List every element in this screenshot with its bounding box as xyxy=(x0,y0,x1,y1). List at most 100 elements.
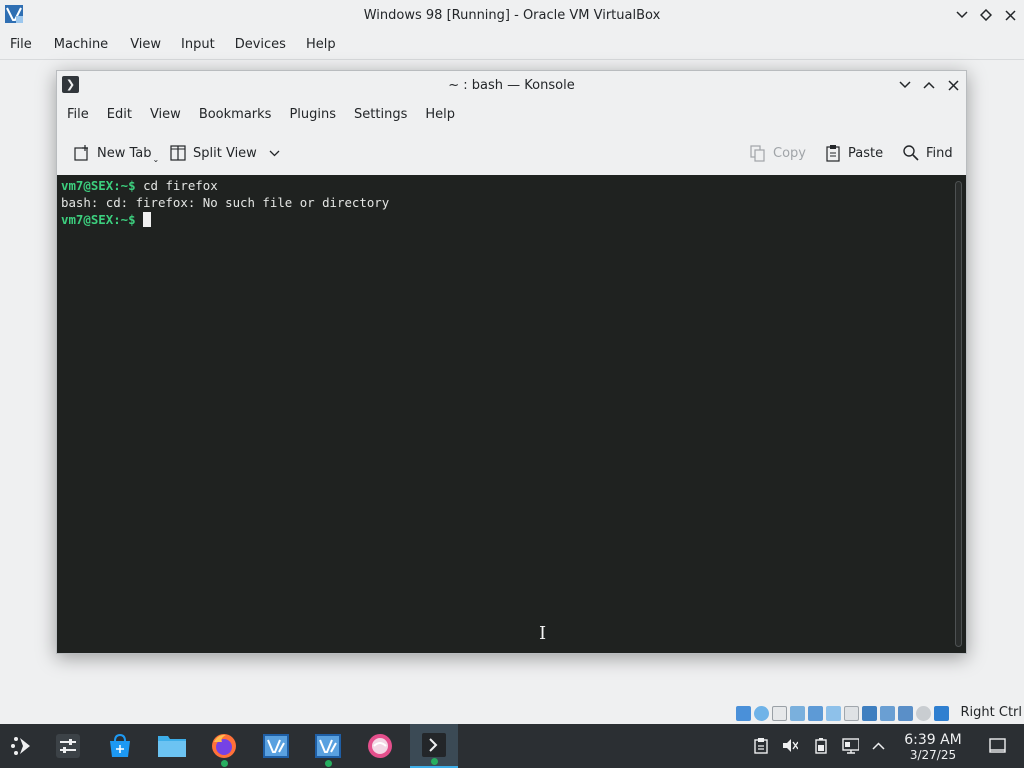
vbox-menu-input[interactable]: Input xyxy=(173,30,223,60)
running-indicator xyxy=(430,758,438,765)
copy-button[interactable]: Copy xyxy=(749,139,806,167)
terminal-line: bash: cd: firefox: No such file or direc… xyxy=(61,194,966,211)
find-button[interactable]: Find xyxy=(902,139,953,167)
vbox-menu-help[interactable]: Help xyxy=(298,30,344,60)
konsole-titlebar[interactable]: ❯ ~ : bash — Konsole xyxy=(57,71,966,99)
taskbar: 6:39 AM 3/27/25 xyxy=(0,724,1024,768)
chevron-up-icon[interactable] xyxy=(870,737,887,754)
system-settings-launcher[interactable] xyxy=(46,724,90,768)
clipboard-icon[interactable] xyxy=(752,737,769,754)
new-tab-button[interactable]: New Tab ⌄ xyxy=(73,139,159,167)
vbox-statusbar: Right Ctrl xyxy=(0,703,1024,724)
konsole-task[interactable] xyxy=(410,724,458,768)
usb-icon[interactable] xyxy=(826,706,841,721)
settings-icon xyxy=(56,734,80,758)
virtualbox-app-icon[interactable] xyxy=(4,4,24,24)
floppy-icon[interactable] xyxy=(772,706,787,721)
recording-icon[interactable] xyxy=(880,706,895,721)
terminal-view[interactable]: vm7@SEX:~$ cd firefox bash: cd: firefox:… xyxy=(57,175,966,653)
firefox-icon xyxy=(212,734,236,758)
network-wired-icon[interactable] xyxy=(842,737,859,754)
host-key-label: Right Ctrl xyxy=(960,705,1023,720)
konsole-menu-plugins[interactable]: Plugins xyxy=(281,101,344,129)
terminal-text: cd firefox xyxy=(135,178,218,193)
konsole-menu-view[interactable]: View xyxy=(142,101,189,129)
konsole-close-button[interactable] xyxy=(944,76,962,94)
konsole-menu-settings[interactable]: Settings xyxy=(346,101,415,129)
show-desktop-icon[interactable] xyxy=(989,737,1006,754)
terminal-scrollbar[interactable] xyxy=(955,181,962,647)
terminal-prompt: vm7@SEX:~$ xyxy=(61,178,136,193)
launcher-icon xyxy=(11,737,30,755)
digital-clock[interactable]: 6:39 AM 3/27/25 xyxy=(895,732,971,762)
konsole-icon xyxy=(422,733,446,757)
vbox-window-title: Windows 98 [Running] - Oracle VM Virtual… xyxy=(363,7,661,23)
firefox-launcher[interactable] xyxy=(202,724,246,768)
konsole-menu-edit[interactable]: Edit xyxy=(99,101,140,129)
ibeam-cursor-icon: I xyxy=(539,623,547,644)
plasma-app-launcher[interactable] xyxy=(358,724,402,768)
discover-launcher[interactable] xyxy=(98,724,142,768)
running-indicator xyxy=(324,760,332,767)
terminal-line: vm7@SEX:~$ xyxy=(61,211,966,228)
paste-label: Paste xyxy=(848,145,884,161)
optical-drive-icon[interactable] xyxy=(754,706,769,721)
folder-icon xyxy=(158,736,186,757)
vbox-menu-view[interactable]: View xyxy=(122,30,169,60)
clock-date: 3/27/25 xyxy=(909,748,957,762)
konsole-menu-file[interactable]: File xyxy=(59,101,97,129)
konsole-menubar: File Edit View Bookmarks Plugins Setting… xyxy=(57,101,966,129)
terminal-prompt: vm7@SEX:~$ xyxy=(61,212,136,227)
find-label: Find xyxy=(926,145,953,161)
chevron-down-icon[interactable] xyxy=(269,146,280,161)
cpu-icon[interactable] xyxy=(898,706,913,721)
clock-time: 6:39 AM xyxy=(904,732,962,748)
keyboard-capture-icon[interactable] xyxy=(934,706,949,721)
split-view-label: Split View xyxy=(193,145,257,161)
vbox-menu-machine[interactable]: Machine xyxy=(46,30,116,60)
dolphin-launcher[interactable] xyxy=(150,724,194,768)
split-view-button[interactable]: Split View xyxy=(169,139,280,167)
paste-button[interactable]: Paste xyxy=(824,139,883,167)
new-tab-label: New Tab xyxy=(97,145,152,161)
konsole-maximize-button[interactable] xyxy=(920,76,938,94)
network-icon[interactable] xyxy=(808,706,823,721)
application-launcher[interactable] xyxy=(0,724,44,768)
terminal-line: vm7@SEX:~$ cd firefox xyxy=(61,177,966,194)
minimize-button[interactable] xyxy=(953,6,971,24)
mouse-integration-icon[interactable] xyxy=(916,706,931,721)
running-indicator xyxy=(220,760,228,767)
display-icon[interactable] xyxy=(862,706,877,721)
shared-folders-icon[interactable] xyxy=(844,706,859,721)
search-icon xyxy=(902,144,920,162)
virtualbox-icon xyxy=(263,734,289,758)
vbox-menu-file[interactable]: File xyxy=(2,30,40,60)
battery-icon[interactable] xyxy=(812,737,829,754)
vbox-device-indicators xyxy=(736,706,952,721)
paste-icon xyxy=(824,144,842,162)
copy-icon xyxy=(749,144,767,162)
virtualbox-vm-window[interactable] xyxy=(306,724,350,768)
new-tab-dropdown-indicator[interactable]: ⌄ xyxy=(153,155,160,164)
konsole-minimize-button[interactable] xyxy=(896,76,914,94)
konsole-window-title: ~ : bash — Konsole xyxy=(448,77,575,93)
close-button[interactable] xyxy=(1001,6,1019,24)
konsole-window: ❯ ~ : bash — Konsole File Edit View Book… xyxy=(56,70,967,654)
volume-muted-icon[interactable] xyxy=(781,737,798,754)
audio-icon[interactable] xyxy=(790,706,805,721)
konsole-toolbar: New Tab ⌄ Split View Copy Paste Find xyxy=(57,135,966,171)
konsole-app-icon[interactable]: ❯ xyxy=(62,76,79,93)
copy-label: Copy xyxy=(773,145,806,161)
new-tab-icon xyxy=(73,144,91,162)
vbox-titlebar: Windows 98 [Running] - Oracle VM Virtual… xyxy=(0,0,1024,30)
maximize-button[interactable] xyxy=(977,6,995,24)
virtualbox-launcher[interactable] xyxy=(254,724,298,768)
konsole-menu-bookmarks[interactable]: Bookmarks xyxy=(191,101,280,129)
shopping-bag-icon xyxy=(110,733,130,757)
hard-disk-icon[interactable] xyxy=(736,706,751,721)
vbox-menu-devices[interactable]: Devices xyxy=(227,30,294,60)
app-icon xyxy=(368,734,392,758)
vbox-menubar: File Machine View Input Devices Help xyxy=(0,30,1024,60)
konsole-menu-help[interactable]: Help xyxy=(417,101,463,129)
